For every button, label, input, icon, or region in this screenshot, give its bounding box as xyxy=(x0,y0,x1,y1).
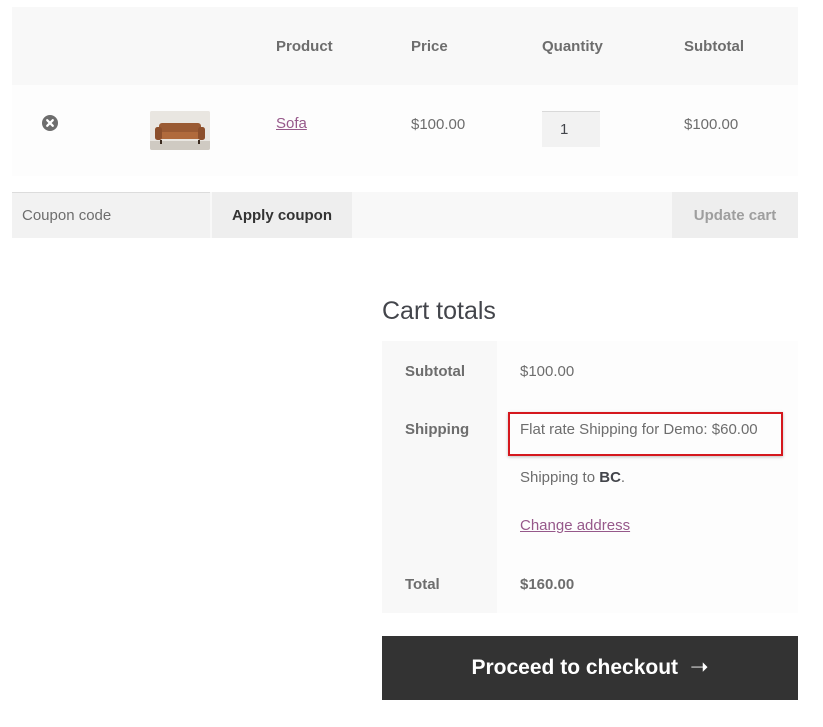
proceed-to-checkout-button[interactable]: Proceed to checkout ➝ xyxy=(382,636,798,700)
column-header-price: Price xyxy=(411,38,448,55)
total-label: Total xyxy=(405,576,440,593)
coupon-code-input[interactable] xyxy=(12,192,210,238)
item-subtotal: $100.00 xyxy=(684,116,739,133)
product-link-sofa[interactable]: Sofa xyxy=(276,116,307,131)
checkout-label: Proceed to checkout xyxy=(471,656,679,679)
cart-totals-heading: Cart totals xyxy=(382,297,496,325)
quantity-input[interactable] xyxy=(542,111,600,147)
column-header-product: Product xyxy=(276,38,333,55)
sofa-thumbnail[interactable] xyxy=(150,111,210,150)
subtotal-value: $100.00 xyxy=(520,363,575,380)
update-cart-button[interactable]: Update cart xyxy=(672,192,798,238)
shipping-label: Shipping xyxy=(405,421,470,438)
column-header-subtotal: Subtotal xyxy=(684,38,744,55)
change-address-link[interactable]: Change address xyxy=(520,518,630,533)
shipping-region: BC xyxy=(599,469,621,486)
shipping-method: Flat rate Shipping for Demo: $60.00 xyxy=(520,421,758,438)
subtotal-label: Subtotal xyxy=(405,363,465,380)
table-row xyxy=(12,85,798,176)
shipping-destination: Shipping to BC. xyxy=(520,469,626,486)
column-header-quantity: Quantity xyxy=(542,38,603,55)
apply-coupon-button[interactable]: Apply coupon xyxy=(212,192,352,238)
total-value: $160.00 xyxy=(520,576,575,593)
right-arrow-icon: ➝ xyxy=(690,655,709,680)
item-price: $100.00 xyxy=(411,116,466,133)
cart-table-header xyxy=(12,7,798,85)
remove-circle-x-icon[interactable] xyxy=(42,115,58,131)
